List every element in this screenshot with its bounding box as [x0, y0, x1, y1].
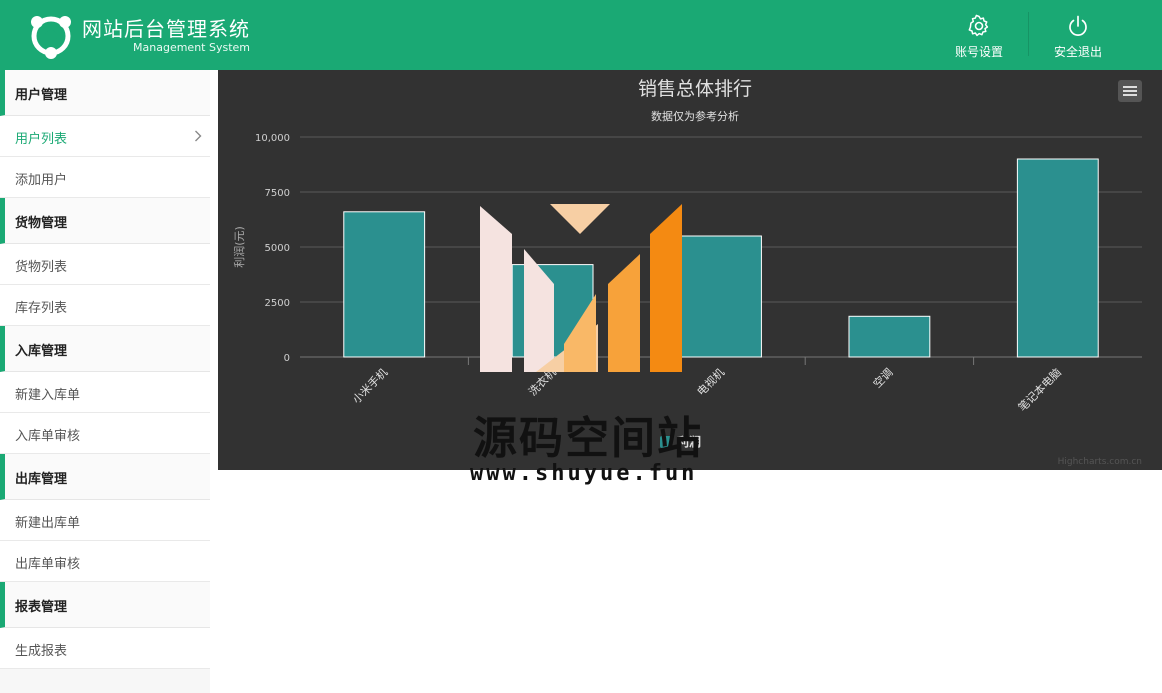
account-settings-button[interactable]: 账号设置 — [934, 14, 1024, 59]
sidebar-item-label: 新建入库单 — [15, 388, 81, 403]
y-tick-label: 5000 — [265, 243, 290, 254]
sidebar-group-reports[interactable]: 报表管理 — [0, 582, 210, 628]
chevron-right-icon — [195, 130, 202, 142]
sidebar-item-inbound-review[interactable]: 入库单审核 — [0, 413, 210, 454]
chart-title: 销售总体排行 — [638, 78, 752, 100]
app-title: 网站后台管理系统 — [82, 17, 250, 41]
logo-icon — [31, 16, 71, 59]
sidebar-group-title: 报表管理 — [15, 600, 68, 615]
sidebar-item-label: 生成报表 — [15, 644, 68, 659]
sidebar-group-title: 用户管理 — [15, 88, 68, 103]
chart-menu-button[interactable] — [1118, 80, 1142, 102]
y-tick-label: 2500 — [265, 298, 290, 309]
sidebar-group-goods[interactable]: 货物管理 — [0, 198, 210, 244]
sidebar-group-inbound[interactable]: 入库管理 — [0, 326, 210, 372]
watermark-url: www.shuyue.fun — [470, 461, 698, 486]
x-tick-label: 小米手机 — [349, 365, 390, 406]
chart-credits: Highcharts.com.cn — [1058, 457, 1142, 467]
sidebar: 用户管理 用户列表 添加用户 货物管理 货物列表 库存列表 入库管理 新建入库单… — [0, 70, 210, 693]
brand: 网站后台管理系统 Management System — [82, 17, 250, 54]
sidebar-group-title: 货物管理 — [15, 216, 68, 231]
sidebar-group-title: 出库管理 — [15, 472, 68, 487]
sidebar-item-add-user[interactable]: 添加用户 — [0, 157, 210, 198]
gear-icon — [968, 14, 989, 37]
bar — [680, 235, 762, 358]
sidebar-item-outbound-review[interactable]: 出库单审核 — [0, 541, 210, 582]
sidebar-item-label: 添加用户 — [15, 173, 68, 188]
sidebar-item-label: 库存列表 — [15, 301, 68, 316]
logout-label: 安全退出 — [1053, 45, 1102, 59]
bar — [343, 211, 426, 358]
sidebar-item-user-list[interactable]: 用户列表 — [0, 116, 210, 157]
sidebar-item-label: 货物列表 — [15, 260, 68, 275]
sidebar-item-goods-list[interactable]: 货物列表 — [0, 244, 210, 285]
power-icon — [1069, 15, 1087, 36]
sidebar-item-label: 新建出库单 — [15, 516, 81, 531]
bar — [848, 315, 931, 358]
watermark-text: 源码空间站 — [473, 413, 703, 464]
app-subtitle: Management System — [133, 41, 250, 54]
logout-button[interactable]: 安全退出 — [1033, 14, 1123, 59]
y-axis-label: 利润(元) — [232, 226, 246, 268]
sidebar-item-label: 入库单审核 — [15, 429, 81, 444]
sidebar-group-title: 入库管理 — [15, 344, 68, 359]
sidebar-item-new-inbound[interactable]: 新建入库单 — [0, 372, 210, 413]
sidebar-item-generate-report[interactable]: 生成报表 — [0, 628, 210, 669]
account-settings-label: 账号设置 — [954, 45, 1003, 59]
top-header: 网站后台管理系统 Management System 账号设置 安全退出 — [0, 0, 1162, 70]
x-tick-label: 笔记本电脑 — [1015, 365, 1064, 414]
bar — [1016, 158, 1099, 358]
sidebar-group-outbound[interactable]: 出库管理 — [0, 454, 210, 500]
sidebar-item-label: 用户列表 — [15, 132, 68, 147]
x-tick-label: 空调 — [870, 365, 895, 390]
sidebar-item-label: 出库单审核 — [15, 557, 81, 572]
y-tick-label: 10,000 — [255, 133, 290, 144]
sidebar-item-new-outbound[interactable]: 新建出库单 — [0, 500, 210, 541]
y-tick-label: 7500 — [265, 188, 290, 199]
header-divider — [1028, 12, 1029, 56]
chart-subtitle: 数据仅为参考分析 — [651, 109, 739, 123]
sidebar-item-stock-list[interactable]: 库存列表 — [0, 285, 210, 326]
x-tick-label: 电视机 — [694, 365, 727, 398]
y-tick-label: 0 — [284, 353, 290, 364]
sidebar-group-users[interactable]: 用户管理 — [0, 70, 210, 116]
watermark-logo-icon — [480, 204, 682, 372]
